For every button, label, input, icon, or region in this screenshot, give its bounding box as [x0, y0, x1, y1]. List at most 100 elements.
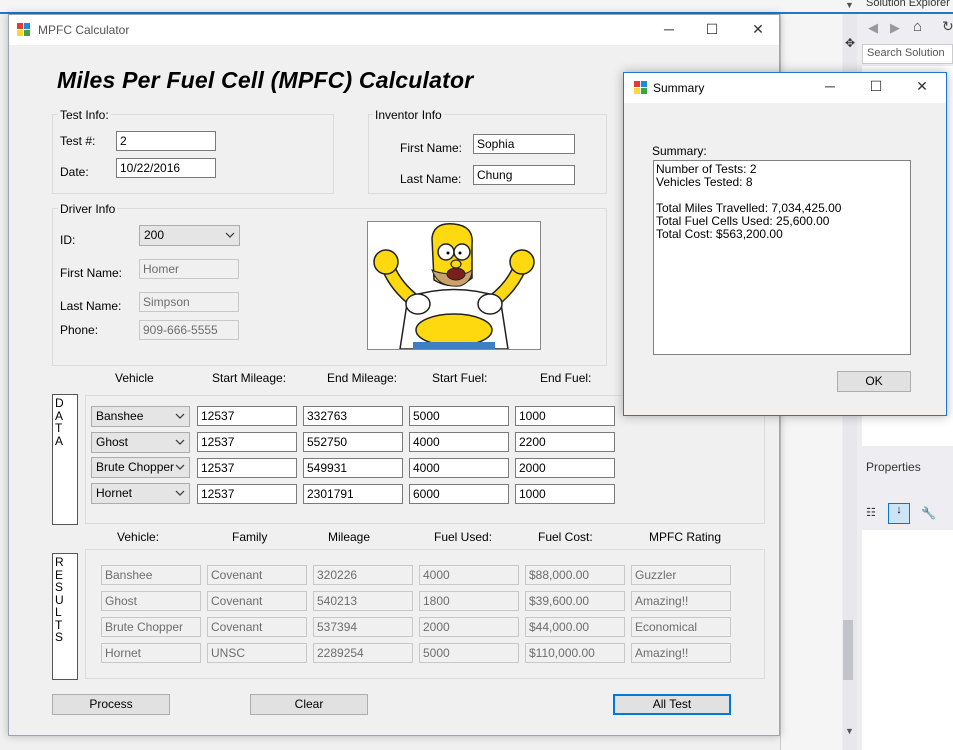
end-mileage-input[interactable]: 332763 [303, 406, 403, 426]
maximize-icon[interactable]: ☐ [702, 21, 722, 38]
date-label: Date: [60, 165, 89, 179]
result-vehicle: Banshee [101, 565, 201, 585]
main-titlebar[interactable]: MPFC Calculator ─ ☐ ✕ [9, 15, 779, 45]
summary-title: Summary [653, 81, 705, 95]
end-fuel-input[interactable]: 2000 [515, 458, 615, 478]
app-icon [17, 23, 31, 37]
ok-button[interactable]: OK [837, 371, 911, 392]
test-info-label: Test Info: [58, 108, 111, 122]
ide-nav-forward-icon[interactable]: ▶ [890, 20, 900, 36]
start-fuel-input[interactable]: 6000 [409, 484, 509, 504]
data-header-end-mileage: End Mileage: [327, 371, 398, 385]
start-mileage-input[interactable]: 12537 [197, 432, 297, 452]
result-mileage: 540213 [313, 591, 413, 611]
result-mileage: 320226 [313, 565, 413, 585]
alphabetical-icon[interactable]: ↓ [888, 503, 910, 524]
vehicle-select-value: Ghost [96, 435, 129, 449]
result-fuel-used: 4000 [419, 565, 519, 585]
driver-id-value: 200 [144, 228, 165, 242]
results-header-vehicle: Vehicle: [117, 530, 160, 544]
summary-text[interactable]: Number of Tests: 2 Vehicles Tested: 8 To… [653, 160, 911, 355]
maximize-icon[interactable]: ☐ [866, 78, 886, 95]
page-title: Miles Per Fuel Cell (MPFC) Calculator [57, 67, 474, 93]
clear-button[interactable]: Clear [250, 694, 368, 715]
vehicle-select[interactable]: Brute Chopper [91, 457, 190, 478]
start-mileage-input[interactable]: 12537 [197, 458, 297, 478]
results-letter: R [55, 555, 64, 569]
end-mileage-input[interactable]: 552750 [303, 432, 403, 452]
driver-info-label: Driver Info [58, 202, 118, 216]
start-fuel-input[interactable]: 4000 [409, 458, 509, 478]
driver-id-label: ID: [60, 233, 76, 247]
results-header-fuel-used: Fuel Used: [434, 530, 493, 544]
result-family: UNSC [207, 643, 307, 663]
properties-body [862, 530, 953, 750]
chevron-down-icon [225, 232, 235, 238]
inventor-last-name-input[interactable]: Chung [473, 165, 575, 185]
minimize-icon[interactable]: ─ [659, 21, 679, 37]
data-letter: D [55, 396, 64, 410]
ide-scroll-thumb[interactable] [843, 620, 853, 680]
result-rating: Amazing!! [631, 643, 731, 663]
driver-phone-field: 909-666-5555 [139, 320, 239, 340]
data-header-start-mileage: Start Mileage: [212, 371, 287, 385]
summary-titlebar[interactable]: Summary ─ ☐ ✕ [624, 73, 946, 103]
end-fuel-input[interactable]: 1000 [515, 484, 615, 504]
vehicle-select[interactable]: Ghost [91, 432, 190, 453]
vehicle-select-value: Hornet [96, 486, 133, 500]
start-mileage-input[interactable]: 12537 [197, 406, 297, 426]
start-mileage-input[interactable]: 12537 [197, 484, 297, 504]
ide-nav-back-icon[interactable]: ◀ [868, 20, 878, 36]
result-rating: Amazing!! [631, 591, 731, 611]
driver-last-name-field: Simpson [139, 292, 239, 312]
all-test-button[interactable]: All Test [613, 694, 731, 715]
inventor-info-label: Inventor Info [373, 108, 444, 122]
start-fuel-input[interactable]: 5000 [409, 406, 509, 426]
results-header-family: Family [232, 530, 268, 544]
result-fuel-used: 1800 [419, 591, 519, 611]
scroll-down-icon[interactable]: ▼ [845, 726, 854, 736]
result-vehicle: Hornet [101, 643, 201, 663]
result-family: Covenant [207, 565, 307, 585]
results-header-mileage: Mileage [328, 530, 371, 544]
test-info-group [52, 114, 334, 194]
close-icon[interactable]: ✕ [912, 78, 932, 95]
end-mileage-input[interactable]: 549931 [303, 458, 403, 478]
home-icon[interactable]: ⌂ [913, 18, 922, 35]
result-vehicle: Ghost [101, 591, 201, 611]
test-number-input[interactable]: 2 [116, 131, 216, 151]
end-fuel-input[interactable]: 1000 [515, 406, 615, 426]
close-icon[interactable]: ✕ [748, 21, 768, 38]
end-fuel-input[interactable]: 2200 [515, 432, 615, 452]
inventor-first-name-input[interactable]: Sophia [473, 134, 575, 154]
minimize-icon[interactable]: ─ [820, 78, 840, 94]
solution-search-input[interactable]: Search Solution [862, 44, 953, 64]
vehicle-select[interactable]: Hornet [91, 483, 190, 504]
window-title: MPFC Calculator [38, 23, 130, 37]
process-button[interactable]: Process [52, 694, 170, 715]
data-letter: T [55, 421, 63, 435]
end-mileage-input[interactable]: 2301791 [303, 484, 403, 504]
result-mileage: 537394 [313, 617, 413, 637]
split-icon[interactable]: ✥ [845, 36, 855, 50]
ide-top-bar [0, 0, 953, 14]
chevron-down-icon [175, 464, 185, 470]
dropdown-icon[interactable]: ▼ [845, 0, 854, 10]
results-header-rating: MPFC Rating [649, 530, 722, 544]
driver-last-name-label: Last Name: [60, 299, 122, 313]
result-family: Covenant [207, 617, 307, 637]
categorized-icon[interactable]: ☷ [866, 506, 884, 522]
chevron-down-icon [175, 490, 185, 496]
start-fuel-input[interactable]: 4000 [409, 432, 509, 452]
test-number-label: Test #: [60, 134, 96, 148]
vehicle-select[interactable]: Banshee [91, 406, 190, 427]
data-letter: A [55, 433, 64, 448]
chevron-down-icon [175, 439, 185, 445]
driver-id-select[interactable]: 200 [139, 225, 240, 246]
date-input[interactable]: 10/22/2016 [116, 158, 216, 178]
refresh-icon[interactable]: ↻ [942, 18, 953, 35]
result-fuel-used: 2000 [419, 617, 519, 637]
result-fuel-cost: $39,600.00 [525, 591, 625, 611]
wrench-icon[interactable]: 🔧 [921, 506, 936, 520]
result-fuel-cost: $110,000.00 [525, 643, 625, 663]
